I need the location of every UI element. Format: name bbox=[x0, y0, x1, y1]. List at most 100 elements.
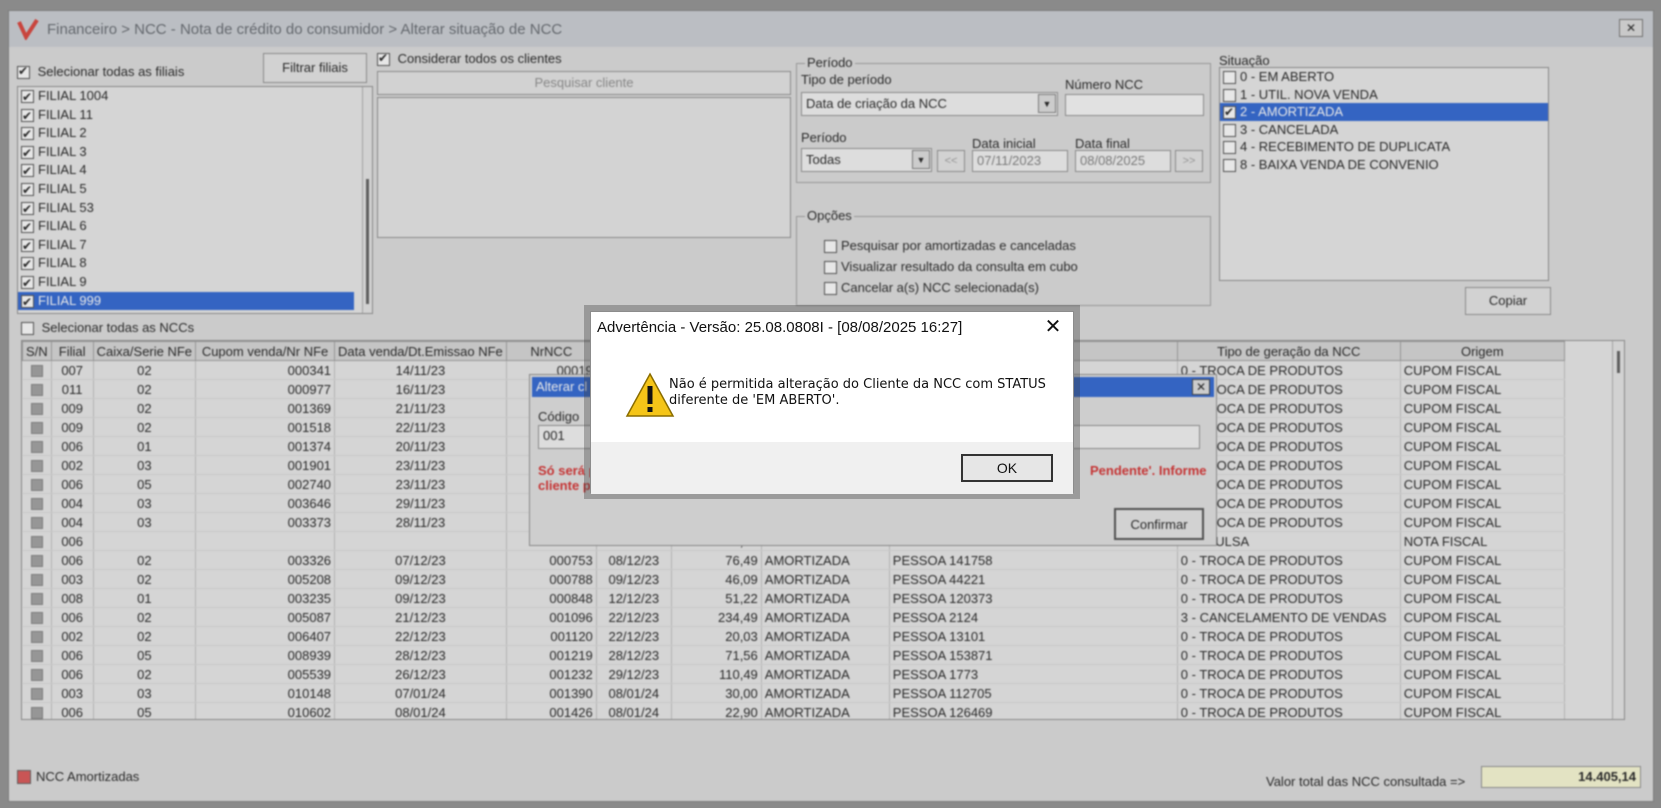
filial-item[interactable]: FILIAL 5 bbox=[18, 180, 354, 200]
row-select-checkbox[interactable] bbox=[30, 612, 43, 625]
filial-item[interactable]: FILIAL 53 bbox=[18, 199, 354, 218]
row-select-checkbox[interactable] bbox=[30, 707, 43, 719]
grid-column-header[interactable]: Caixa/Serie NFe bbox=[92, 341, 197, 361]
opcao-item[interactable]: Cancelar a(s) NCC selecionada(s) bbox=[821, 277, 1078, 298]
filial-checkbox[interactable] bbox=[21, 125, 34, 144]
select-all-filiais-checkbox[interactable] bbox=[17, 64, 30, 80]
situacao-checkbox[interactable] bbox=[1223, 104, 1236, 122]
grid-column-header[interactable]: Data venda/Dt.Emissao NFe bbox=[334, 341, 507, 361]
filial-checkbox[interactable] bbox=[21, 88, 34, 107]
grid-scrollbar[interactable] bbox=[1612, 341, 1624, 719]
window-close-button[interactable]: ✕ bbox=[1619, 19, 1643, 37]
filial-item[interactable]: FILIAL 9 bbox=[18, 273, 354, 293]
filial-item[interactable]: FILIAL 6 bbox=[18, 217, 354, 237]
filial-item[interactable]: FILIAL 7 bbox=[18, 236, 354, 255]
situacao-item[interactable]: 8 - BAIXA VENDA DE CONVENIO bbox=[1220, 156, 1548, 174]
row-select-checkbox[interactable] bbox=[30, 688, 43, 701]
table-row[interactable]: 006 02 005539 26/12/23 001232 29/12/23 110,49 A… bbox=[22, 664, 1565, 684]
opcao-checkbox[interactable] bbox=[824, 282, 837, 296]
row-select-checkbox[interactable] bbox=[30, 422, 43, 435]
opcao-checkbox[interactable] bbox=[824, 261, 837, 275]
opcao-checkbox[interactable] bbox=[824, 240, 837, 254]
filial-checkbox[interactable] bbox=[21, 107, 34, 125]
filial-item[interactable]: FILIAL 8 bbox=[18, 254, 354, 274]
filiais-scrollbar[interactable] bbox=[362, 87, 372, 313]
tipo-periodo-select[interactable]: Data de criação da NCC ▼ bbox=[801, 92, 1058, 116]
ok-button[interactable]: OK bbox=[961, 454, 1053, 482]
row-select-checkbox[interactable] bbox=[30, 460, 43, 473]
filial-checkbox[interactable] bbox=[21, 218, 34, 237]
filial-checkbox[interactable] bbox=[21, 237, 34, 255]
table-row[interactable]: 003 03 010148 07/01/24 001390 08/01/24 30,00 AM… bbox=[22, 683, 1565, 703]
filter-filiais-button[interactable]: Filtrar filiais bbox=[263, 53, 367, 83]
chevron-down-icon[interactable]: ▼ bbox=[912, 150, 930, 169]
row-select-checkbox[interactable] bbox=[30, 479, 43, 492]
periodo-select[interactable]: Todas ▼ bbox=[801, 148, 932, 172]
filial-item[interactable]: FILIAL 3 bbox=[18, 143, 354, 162]
filial-checkbox[interactable] bbox=[21, 181, 34, 200]
consider-all-clients-checkbox[interactable] bbox=[377, 51, 390, 67]
row-select-checkbox[interactable] bbox=[30, 631, 43, 644]
grid-column-header[interactable]: NrNCC bbox=[505, 341, 597, 361]
filial-checkbox[interactable] bbox=[21, 162, 34, 181]
filial-item[interactable]: FILIAL 4 bbox=[18, 161, 354, 181]
filial-checkbox[interactable] bbox=[21, 144, 34, 162]
prev-period-button[interactable]: << bbox=[937, 150, 965, 172]
opcao-item[interactable]: Visualizar resultado da consulta em cubo bbox=[821, 256, 1078, 277]
grid-column-header[interactable]: S/N bbox=[22, 341, 52, 361]
filial-item[interactable]: FILIAL 999 bbox=[18, 291, 354, 311]
grid-column-header[interactable]: Filial bbox=[50, 341, 94, 361]
situacao-checkbox[interactable] bbox=[1223, 123, 1236, 137]
filial-item[interactable]: FILIAL 2 bbox=[18, 124, 354, 144]
row-select-checkbox[interactable] bbox=[30, 403, 43, 416]
table-row[interactable]: 002 02 006407 22/12/23 001120 22/12/23 20,03 AM… bbox=[22, 626, 1565, 646]
situacao-checkbox[interactable] bbox=[1223, 71, 1236, 85]
data-inicial-input[interactable]: 07/11/2023 bbox=[972, 150, 1068, 172]
table-row[interactable]: 006 05 008939 28/12/23 001219 28/12/23 71,56 AM… bbox=[22, 645, 1565, 665]
situacao-checkbox[interactable] bbox=[1223, 159, 1236, 173]
grid-column-header[interactable]: Cupom venda/Nr NFe bbox=[195, 341, 336, 361]
numero-ncc-input[interactable] bbox=[1065, 94, 1204, 116]
search-client-button[interactable]: Pesquisar cliente bbox=[377, 71, 791, 95]
situacao-item[interactable]: 4 - RECEBIMENTO DE DUPLICATA bbox=[1220, 138, 1548, 156]
grid-scrollbar-thumb[interactable] bbox=[1617, 351, 1620, 373]
close-icon[interactable]: ✕ bbox=[1043, 317, 1063, 338]
grid-column-header[interactable]: Origem bbox=[1399, 341, 1565, 361]
table-row[interactable]: 006 02 005087 21/12/23 001096 22/12/23 234,49 A… bbox=[22, 607, 1565, 627]
table-row[interactable]: 006 05 010602 08/01/24 001426 08/01/24 22,90 AM… bbox=[22, 702, 1565, 719]
row-select-checkbox[interactable] bbox=[30, 536, 43, 549]
filiais-scrollbar-thumb[interactable] bbox=[366, 179, 369, 304]
row-select-checkbox[interactable] bbox=[30, 441, 43, 454]
table-row[interactable]: 008 01 003235 09/12/23 000848 12/12/23 51,22 AM… bbox=[22, 588, 1565, 608]
situacao-checkbox[interactable] bbox=[1223, 88, 1236, 102]
situacao-item[interactable]: 3 - CANCELADA bbox=[1220, 121, 1548, 139]
filial-item[interactable]: FILIAL 11 bbox=[18, 106, 354, 125]
row-select-checkbox[interactable] bbox=[30, 650, 43, 663]
row-select-checkbox[interactable] bbox=[30, 593, 43, 606]
select-all-filiais[interactable]: Selecionar todas as filiais bbox=[17, 64, 184, 80]
filial-checkbox[interactable] bbox=[21, 293, 34, 311]
opcao-item[interactable]: Pesquisar por amortizadas e canceladas bbox=[821, 235, 1078, 256]
row-select-checkbox[interactable] bbox=[30, 498, 43, 511]
cliente-input[interactable] bbox=[1060, 425, 1200, 449]
table-row[interactable]: 003 02 005208 09/12/23 000788 09/12/23 46,09 AM… bbox=[22, 569, 1565, 589]
select-all-nccs-checkbox[interactable] bbox=[21, 322, 34, 336]
situacao-item[interactable]: 2 - AMORTIZADA bbox=[1220, 103, 1548, 122]
situacao-item[interactable]: 0 - EM ABERTO bbox=[1220, 68, 1548, 86]
select-all-nccs[interactable]: Selecionar todas as NCCs bbox=[21, 320, 194, 336]
filial-checkbox[interactable] bbox=[21, 200, 34, 218]
row-select-checkbox[interactable] bbox=[30, 555, 43, 568]
chevron-down-icon[interactable]: ▼ bbox=[1038, 94, 1056, 113]
filial-checkbox[interactable] bbox=[21, 255, 34, 274]
situacao-item[interactable]: 1 - UTIL. NOVA VENDA bbox=[1220, 86, 1548, 104]
copy-button[interactable]: Copiar bbox=[1465, 287, 1551, 315]
row-select-checkbox[interactable] bbox=[30, 517, 43, 530]
filial-checkbox[interactable] bbox=[21, 274, 34, 293]
filial-item[interactable]: FILIAL 1004 bbox=[18, 87, 354, 107]
data-final-input[interactable]: 08/08/2025 bbox=[1075, 150, 1171, 172]
row-select-checkbox[interactable] bbox=[30, 669, 43, 682]
table-row[interactable]: 006 02 003326 07/12/23 000753 08/12/23 76,49 AM… bbox=[22, 550, 1565, 570]
row-select-checkbox[interactable] bbox=[30, 574, 43, 587]
consider-all-clients[interactable]: Considerar todos os clientes bbox=[377, 51, 562, 67]
row-select-checkbox[interactable] bbox=[30, 384, 43, 397]
